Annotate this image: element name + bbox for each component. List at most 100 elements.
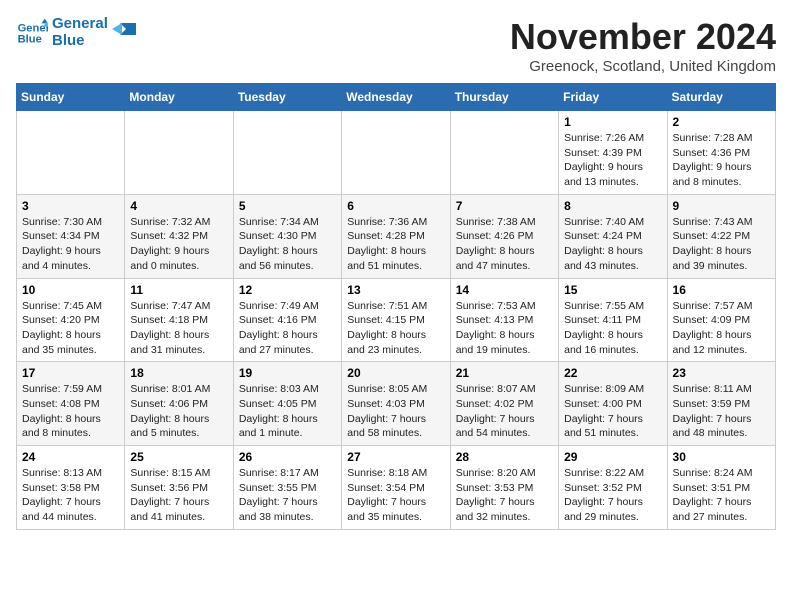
calendar-cell: 17 Sunrise: 7:59 AM Sunset: 4:08 PM Dayli… (17, 362, 125, 446)
day-info: Sunrise: 7:28 AM Sunset: 4:36 PM Dayligh… (673, 131, 770, 190)
day-number: 17 (22, 366, 119, 380)
day-number: 29 (564, 450, 661, 464)
calendar-cell: 25 Sunrise: 8:15 AM Sunset: 3:56 PM Dayli… (125, 446, 233, 530)
day-number: 27 (347, 450, 444, 464)
day-number: 9 (673, 199, 770, 213)
calendar-header-row: SundayMondayTuesdayWednesdayThursdayFrid… (17, 84, 776, 111)
calendar-cell: 19 Sunrise: 8:03 AM Sunset: 4:05 PM Dayli… (233, 362, 341, 446)
day-number: 22 (564, 366, 661, 380)
calendar-cell: 9Sunrise: 7:43 AM Sunset: 4:22 PM Daylig… (667, 194, 775, 278)
day-number: 12 (239, 283, 336, 297)
calendar-cell: 26 Sunrise: 8:17 AM Sunset: 3:55 PM Dayli… (233, 446, 341, 530)
day-info: Sunrise: 8:22 AM Sunset: 3:52 PM Dayligh… (564, 466, 661, 525)
day-info: Sunrise: 8:24 AM Sunset: 3:51 PM Dayligh… (673, 466, 770, 525)
calendar-cell: 20Sunrise: 8:05 AM Sunset: 4:03 PM Dayli… (342, 362, 450, 446)
day-number: 4 (130, 199, 227, 213)
day-info: Sunrise: 7:59 AM Sunset: 4:08 PM Dayligh… (22, 382, 119, 441)
calendar-cell: 7Sunrise: 7:38 AM Sunset: 4:26 PM Daylig… (450, 194, 558, 278)
day-number: 16 (673, 283, 770, 297)
calendar-cell: 23 Sunrise: 8:11 AM Sunset: 3:59 PM Dayli… (667, 362, 775, 446)
calendar-cell: 22 Sunrise: 8:09 AM Sunset: 4:00 PM Dayli… (559, 362, 667, 446)
day-number: 5 (239, 199, 336, 213)
day-info: Sunrise: 8:09 AM Sunset: 4:00 PM Dayligh… (564, 382, 661, 441)
calendar-cell: 29 Sunrise: 8:22 AM Sunset: 3:52 PM Dayli… (559, 446, 667, 530)
calendar-cell (342, 111, 450, 195)
calendar-cell: 24 Sunrise: 8:13 AM Sunset: 3:58 PM Dayli… (17, 446, 125, 530)
day-number: 19 (239, 366, 336, 380)
calendar-table: SundayMondayTuesdayWednesdayThursdayFrid… (16, 83, 776, 530)
svg-text:Blue: Blue (18, 33, 42, 45)
day-info: Sunrise: 7:49 AM Sunset: 4:16 PM Dayligh… (239, 299, 336, 358)
day-number: 3 (22, 199, 119, 213)
calendar-week-row: 3 Sunrise: 7:30 AM Sunset: 4:34 PM Daylig… (17, 194, 776, 278)
logo-arrow-icon (112, 23, 136, 43)
calendar-week-row: 1 Sunrise: 7:26 AM Sunset: 4:39 PM Daylig… (17, 111, 776, 195)
day-info: Sunrise: 7:53 AM Sunset: 4:13 PM Dayligh… (456, 299, 553, 358)
day-info: Sunrise: 7:26 AM Sunset: 4:39 PM Dayligh… (564, 131, 661, 190)
day-info: Sunrise: 8:18 AM Sunset: 3:54 PM Dayligh… (347, 466, 444, 525)
day-number: 21 (456, 366, 553, 380)
day-info: Sunrise: 7:51 AM Sunset: 4:15 PM Dayligh… (347, 299, 444, 358)
location-subtitle: Greenock, Scotland, United Kingdom (510, 58, 776, 75)
day-number: 30 (673, 450, 770, 464)
day-info: Sunrise: 8:01 AM Sunset: 4:06 PM Dayligh… (130, 382, 227, 441)
calendar-cell: 13 Sunrise: 7:51 AM Sunset: 4:15 PM Dayli… (342, 278, 450, 362)
calendar-cell (233, 111, 341, 195)
day-number: 14 (456, 283, 553, 297)
day-info: Sunrise: 7:57 AM Sunset: 4:09 PM Dayligh… (673, 299, 770, 358)
day-info: Sunrise: 8:15 AM Sunset: 3:56 PM Dayligh… (130, 466, 227, 525)
day-number: 23 (673, 366, 770, 380)
day-info: Sunrise: 8:13 AM Sunset: 3:58 PM Dayligh… (22, 466, 119, 525)
weekday-header: Monday (125, 84, 233, 111)
calendar-cell: 2 Sunrise: 7:28 AM Sunset: 4:36 PM Daylig… (667, 111, 775, 195)
calendar-cell: 12 Sunrise: 7:49 AM Sunset: 4:16 PM Dayli… (233, 278, 341, 362)
day-number: 8 (564, 199, 661, 213)
logo-blue: Blue (52, 33, 108, 50)
calendar-cell: 4 Sunrise: 7:32 AM Sunset: 4:32 PM Daylig… (125, 194, 233, 278)
header: General Blue General Blue November 2024 … (16, 16, 776, 75)
day-number: 25 (130, 450, 227, 464)
day-info: Sunrise: 7:30 AM Sunset: 4:34 PM Dayligh… (22, 215, 119, 274)
calendar-cell: 28Sunrise: 8:20 AM Sunset: 3:53 PM Dayli… (450, 446, 558, 530)
day-number: 11 (130, 283, 227, 297)
day-number: 1 (564, 115, 661, 129)
day-number: 7 (456, 199, 553, 213)
day-info: Sunrise: 7:36 AM Sunset: 4:28 PM Dayligh… (347, 215, 444, 274)
calendar-body: 1 Sunrise: 7:26 AM Sunset: 4:39 PM Daylig… (17, 111, 776, 530)
calendar-cell: 16 Sunrise: 7:57 AM Sunset: 4:09 PM Dayli… (667, 278, 775, 362)
weekday-header: Wednesday (342, 84, 450, 111)
day-number: 13 (347, 283, 444, 297)
logo-general: General (52, 16, 108, 33)
calendar-cell (450, 111, 558, 195)
svg-text:General: General (18, 22, 48, 34)
day-info: Sunrise: 7:32 AM Sunset: 4:32 PM Dayligh… (130, 215, 227, 274)
month-title: November 2024 (510, 16, 776, 58)
day-info: Sunrise: 7:45 AM Sunset: 4:20 PM Dayligh… (22, 299, 119, 358)
day-number: 26 (239, 450, 336, 464)
calendar-week-row: 10Sunrise: 7:45 AM Sunset: 4:20 PM Dayli… (17, 278, 776, 362)
calendar-cell: 21Sunrise: 8:07 AM Sunset: 4:02 PM Dayli… (450, 362, 558, 446)
day-number: 24 (22, 450, 119, 464)
calendar-cell: 18Sunrise: 8:01 AM Sunset: 4:06 PM Dayli… (125, 362, 233, 446)
calendar-cell: 30 Sunrise: 8:24 AM Sunset: 3:51 PM Dayli… (667, 446, 775, 530)
day-info: Sunrise: 7:40 AM Sunset: 4:24 PM Dayligh… (564, 215, 661, 274)
day-info: Sunrise: 8:03 AM Sunset: 4:05 PM Dayligh… (239, 382, 336, 441)
calendar-cell: 3 Sunrise: 7:30 AM Sunset: 4:34 PM Daylig… (17, 194, 125, 278)
weekday-header: Thursday (450, 84, 558, 111)
day-number: 2 (673, 115, 770, 129)
weekday-header: Friday (559, 84, 667, 111)
day-info: Sunrise: 8:11 AM Sunset: 3:59 PM Dayligh… (673, 382, 770, 441)
day-info: Sunrise: 8:17 AM Sunset: 3:55 PM Dayligh… (239, 466, 336, 525)
calendar-week-row: 24 Sunrise: 8:13 AM Sunset: 3:58 PM Dayli… (17, 446, 776, 530)
day-info: Sunrise: 7:47 AM Sunset: 4:18 PM Dayligh… (130, 299, 227, 358)
calendar-cell: 5 Sunrise: 7:34 AM Sunset: 4:30 PM Daylig… (233, 194, 341, 278)
calendar-cell: 11 Sunrise: 7:47 AM Sunset: 4:18 PM Dayli… (125, 278, 233, 362)
day-info: Sunrise: 7:34 AM Sunset: 4:30 PM Dayligh… (239, 215, 336, 274)
calendar-cell: 1 Sunrise: 7:26 AM Sunset: 4:39 PM Daylig… (559, 111, 667, 195)
calendar-cell: 27 Sunrise: 8:18 AM Sunset: 3:54 PM Dayli… (342, 446, 450, 530)
logo-icon: General Blue (16, 17, 48, 49)
calendar-week-row: 17 Sunrise: 7:59 AM Sunset: 4:08 PM Dayli… (17, 362, 776, 446)
calendar-cell (125, 111, 233, 195)
logo: General Blue General Blue (16, 16, 136, 49)
weekday-header: Saturday (667, 84, 775, 111)
